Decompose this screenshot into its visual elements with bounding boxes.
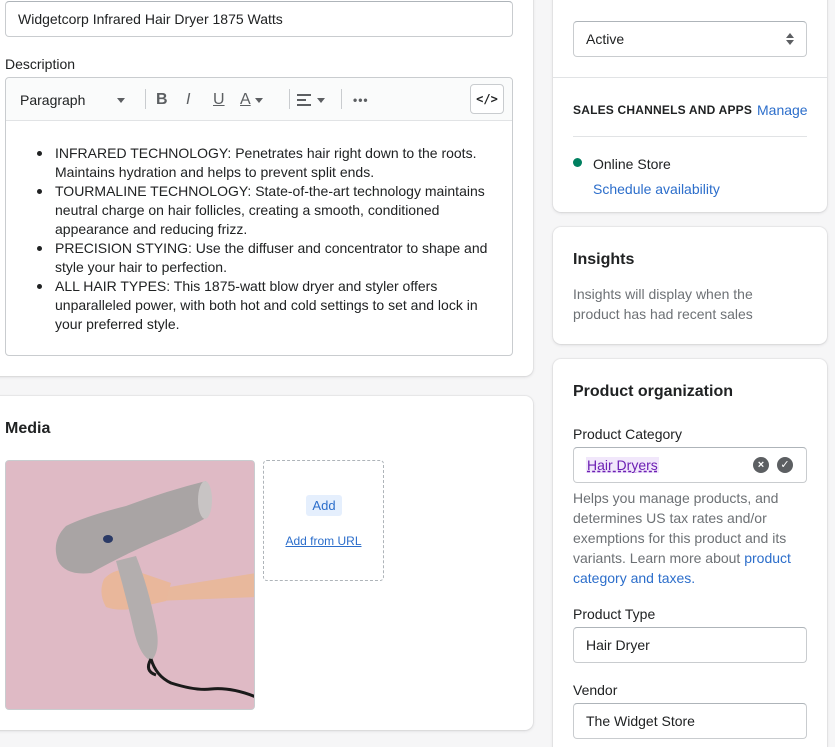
- editor-toolbar: Paragraph B I U A ••• </>: [6, 78, 512, 121]
- product-organization-heading: Product organization: [573, 383, 733, 400]
- underline-icon: U: [213, 91, 225, 108]
- vendor-field[interactable]: The Widget Store: [573, 703, 807, 739]
- vendor-label: Vendor: [573, 682, 618, 698]
- text-color-icon: A: [240, 91, 251, 108]
- product-title-value: Widgetcorp Infrared Hair Dryer 1875 Watt…: [18, 11, 283, 27]
- description-bullet: INFRARED TECHNOLOGY: Penetrates hair rig…: [34, 144, 504, 182]
- status-select[interactable]: Active: [573, 21, 807, 57]
- insights-heading: Insights: [573, 251, 635, 268]
- align-left-icon: [297, 94, 311, 106]
- description-bullet: TOURMALINE TECHNOLOGY: State-of-the-art …: [34, 182, 504, 239]
- text-color-button[interactable]: A: [240, 89, 263, 111]
- status-select-value: Active: [586, 31, 625, 47]
- show-html-button[interactable]: </>: [470, 84, 504, 114]
- more-icon: •••: [353, 93, 369, 107]
- select-arrows-icon: [786, 32, 794, 46]
- product-category-field[interactable]: Hair Dryers × ✓: [573, 447, 807, 483]
- code-icon: </>: [476, 92, 498, 106]
- italic-icon: I: [186, 91, 191, 108]
- description-editor[interactable]: Paragraph B I U A ••• </> INFRARED TECHN…: [5, 77, 513, 356]
- italic-button[interactable]: I: [186, 89, 190, 111]
- description-bullet-list: INFRARED TECHNOLOGY: Penetrates hair rig…: [34, 144, 504, 334]
- product-category-help: Helps you manage products, and determine…: [573, 488, 803, 588]
- toolbar-divider: [145, 89, 146, 109]
- chevron-down-icon: [117, 97, 126, 103]
- checkmark-icon[interactable]: ✓: [777, 457, 793, 473]
- toolbar-divider: [341, 89, 342, 109]
- product-type-value: Hair Dryer: [586, 637, 650, 653]
- align-button[interactable]: [297, 89, 325, 111]
- chevron-down-icon: [254, 97, 263, 103]
- product-type-field[interactable]: Hair Dryer: [573, 627, 807, 663]
- vendor-value: The Widget Store: [586, 713, 695, 729]
- sales-channels-heading: SALES CHANNELS AND APPS: [573, 103, 753, 117]
- description-label: Description: [5, 56, 76, 72]
- sales-channels-divider: [573, 136, 807, 137]
- chevron-down-icon: [317, 97, 325, 103]
- bold-button[interactable]: B: [156, 89, 168, 111]
- add-from-url-link[interactable]: Add from URL: [264, 534, 383, 548]
- online-store-label: Online Store: [593, 156, 671, 172]
- product-title-field[interactable]: Widgetcorp Infrared Hair Dryer 1875 Watt…: [5, 1, 513, 37]
- paragraph-format-label: Paragraph: [20, 92, 86, 108]
- more-options-button[interactable]: •••: [353, 89, 369, 111]
- underline-button[interactable]: U: [213, 89, 225, 111]
- product-type-label: Product Type: [573, 606, 656, 622]
- bold-icon: B: [156, 91, 168, 108]
- add-media-button[interactable]: Add: [306, 495, 342, 516]
- media-heading: Media: [5, 420, 51, 437]
- description-bullet: PRECISION STYING: Use the diffuser and c…: [34, 239, 504, 277]
- manage-channels-link[interactable]: Manage: [757, 102, 808, 118]
- toolbar-divider: [289, 89, 290, 109]
- description-content[interactable]: INFRARED TECHNOLOGY: Penetrates hair rig…: [34, 144, 504, 334]
- insights-text: Insights will display when the product h…: [573, 286, 753, 322]
- media-dropzone[interactable]: Add Add from URL: [263, 460, 384, 581]
- status-card-divider: [553, 77, 827, 78]
- product-category-value: Hair Dryers: [586, 457, 659, 473]
- clear-icon[interactable]: ×: [753, 457, 769, 473]
- hair-dryer-image: [6, 461, 254, 709]
- description-bullet: ALL HAIR TYPES: This 1875-watt blow drye…: [34, 277, 504, 334]
- schedule-availability-link[interactable]: Schedule availability: [593, 181, 720, 197]
- product-category-label: Product Category: [573, 426, 682, 442]
- online-store-status-dot: [573, 158, 582, 167]
- paragraph-format-select[interactable]: Paragraph: [20, 89, 126, 111]
- product-image-hair-dryer[interactable]: [5, 460, 255, 710]
